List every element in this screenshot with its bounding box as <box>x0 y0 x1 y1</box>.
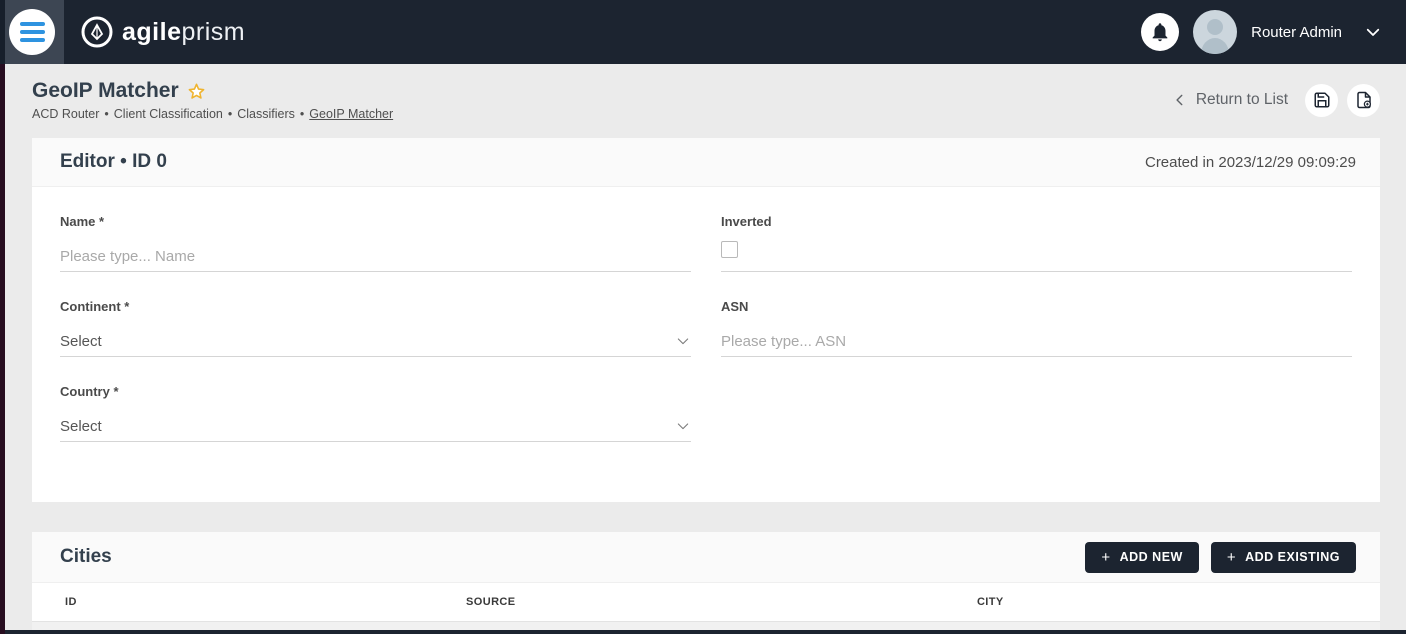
cities-card: Cities + ADD NEW + ADD EXISTING ID SOURC… <box>32 532 1380 634</box>
continent-select[interactable]: Select <box>60 326 691 357</box>
inverted-field: Inverted <box>721 214 1352 272</box>
editor-form: Name * Inverted Continent * Select ASN <box>32 187 1380 502</box>
name-input[interactable] <box>60 241 691 271</box>
breadcrumb-current-link[interactable]: GeoIP Matcher <box>309 107 393 121</box>
breadcrumb-item: ACD Router <box>32 107 99 121</box>
page-header: GeoIP Matcher ACD Router•Client Classifi… <box>0 64 1406 121</box>
page-title: GeoIP Matcher <box>32 79 179 103</box>
chevron-down-icon <box>675 333 691 349</box>
breadcrumb-item: Client Classification <box>114 107 223 121</box>
continent-select-value: Select <box>60 333 102 350</box>
asn-label: ASN <box>721 299 1352 314</box>
brand-logo: agileprism <box>80 15 245 49</box>
asn-input[interactable] <box>721 326 1352 356</box>
agileprism-logo-icon <box>80 15 114 49</box>
bell-icon <box>1149 21 1171 43</box>
chevron-down-icon <box>675 418 691 434</box>
save-and-new-button[interactable] <box>1347 84 1380 117</box>
save-button[interactable] <box>1305 84 1338 117</box>
country-field: Country * Select <box>60 384 691 442</box>
add-new-button[interactable]: + ADD NEW <box>1085 542 1198 573</box>
menu-toggle-button[interactable] <box>0 0 64 64</box>
user-avatar[interactable] <box>1193 10 1237 54</box>
top-navbar: agileprism Router Admin <box>0 0 1406 64</box>
column-header-id: ID <box>32 583 466 621</box>
chevron-left-icon <box>1173 93 1187 107</box>
inverted-checkbox[interactable] <box>721 241 738 258</box>
user-name: Router Admin <box>1251 24 1342 41</box>
continent-field: Continent * Select <box>60 299 691 357</box>
name-field: Name * <box>60 214 691 272</box>
inverted-label: Inverted <box>721 214 1352 229</box>
cities-table-header-row: ID SOURCE CITY <box>32 583 1380 621</box>
brand-text: agileprism <box>122 18 245 47</box>
chevron-down-icon <box>1364 23 1382 41</box>
plus-icon: + <box>1101 549 1110 566</box>
file-plus-icon <box>1355 91 1373 109</box>
editor-card: Editor • ID 0 Created in 2023/12/29 09:0… <box>32 138 1380 502</box>
collapsed-sidebar-edge <box>0 0 5 634</box>
cities-table: ID SOURCE CITY No data available in tabl… <box>32 583 1380 634</box>
asn-field: ASN <box>721 299 1352 357</box>
name-label: Name * <box>60 214 691 229</box>
editor-title: Editor • ID 0 <box>60 151 167 173</box>
breadcrumb-item: Classifiers <box>237 107 295 121</box>
hamburger-icon <box>9 9 55 55</box>
favorite-star-icon[interactable] <box>187 82 206 101</box>
country-label: Country * <box>60 384 691 399</box>
country-select[interactable]: Select <box>60 411 691 442</box>
bottom-edge-bar <box>0 630 1406 634</box>
notifications-button[interactable] <box>1141 13 1179 51</box>
editor-card-header: Editor • ID 0 Created in 2023/12/29 09:0… <box>32 138 1380 187</box>
breadcrumb: ACD Router•Client Classification•Classif… <box>32 107 393 121</box>
save-icon <box>1313 91 1331 109</box>
created-timestamp: Created in 2023/12/29 09:09:29 <box>1145 154 1356 171</box>
plus-icon: + <box>1227 549 1236 566</box>
country-select-value: Select <box>60 418 102 435</box>
cities-card-header: Cities + ADD NEW + ADD EXISTING <box>32 532 1380 583</box>
cities-title: Cities <box>60 546 112 568</box>
return-to-list-link[interactable]: Return to List <box>1173 91 1288 109</box>
continent-label: Continent * <box>60 299 691 314</box>
column-header-city: CITY <box>977 583 1380 621</box>
user-menu[interactable]: Router Admin <box>1251 23 1382 41</box>
add-existing-button[interactable]: + ADD EXISTING <box>1211 542 1356 573</box>
column-header-source: SOURCE <box>466 583 977 621</box>
